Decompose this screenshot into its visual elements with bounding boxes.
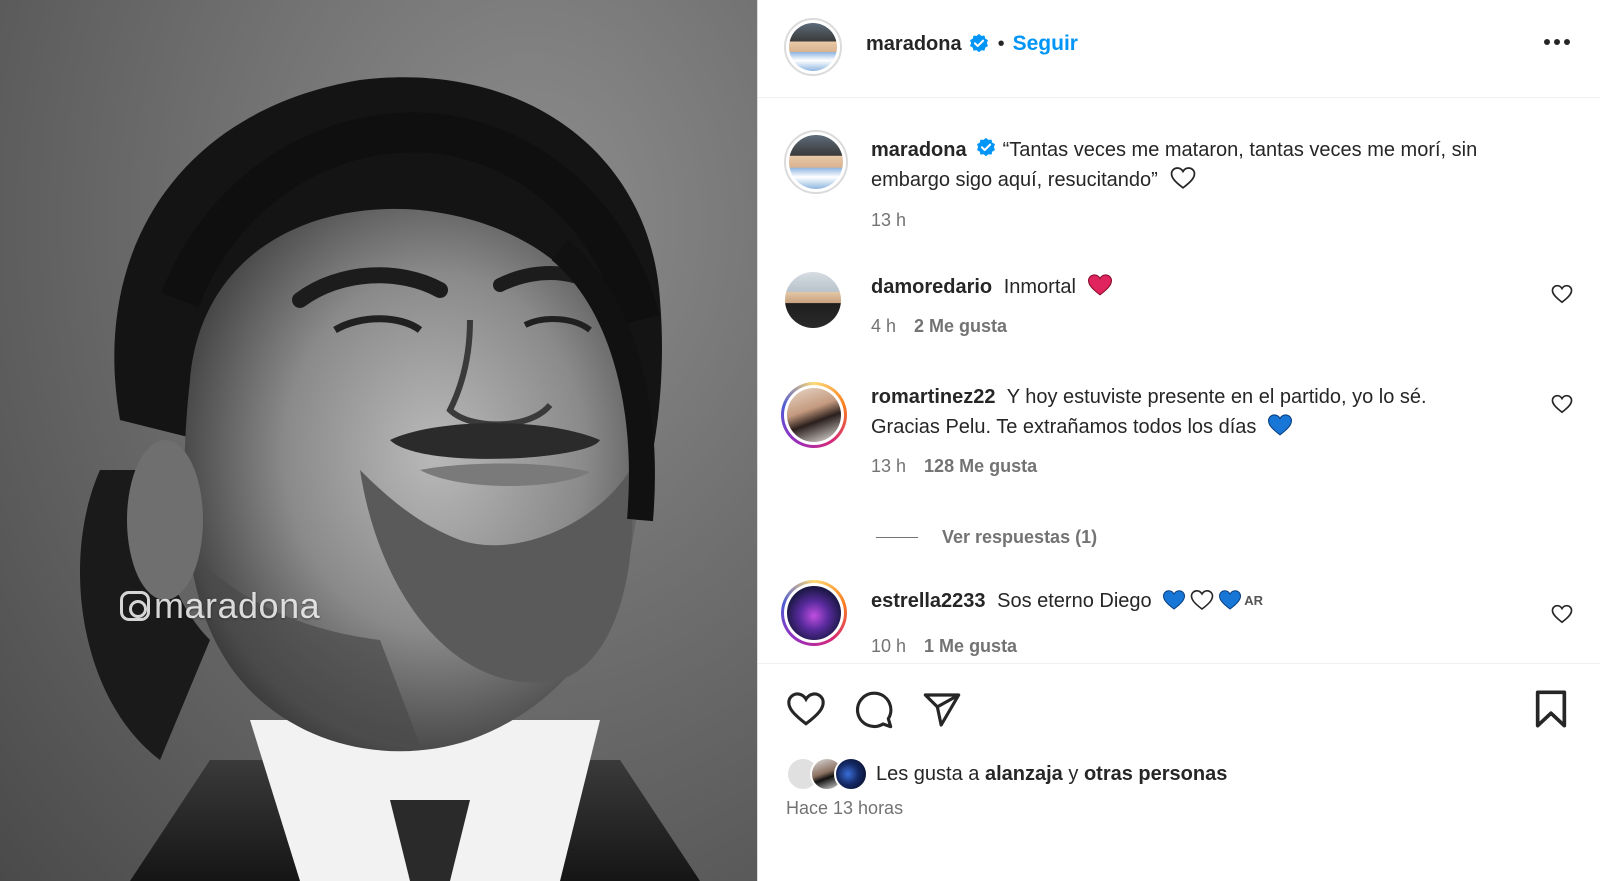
replies-divider: [876, 537, 918, 538]
comment-like-icon[interactable]: [1551, 394, 1573, 414]
comment-avatar[interactable]: [781, 382, 847, 448]
author-avatar-image: [789, 23, 837, 71]
comment-icon[interactable]: [854, 690, 894, 730]
red-heart-emoji-icon: [1087, 274, 1112, 296]
comment-body-line-1: Y hoy estuviste presente en el partido, …: [1006, 386, 1427, 408]
header-separator: •: [997, 32, 1005, 55]
likes-prefix: Les gusta a: [876, 762, 980, 785]
comment-username[interactable]: estrella2233: [871, 590, 986, 612]
post-timestamp[interactable]: Hace 13 horas: [786, 798, 903, 819]
caption-avatar-image: [789, 135, 843, 189]
comment-text: estrella2233 Sos eterno Diego AR: [871, 586, 1263, 616]
liker-avatar: [834, 757, 868, 791]
comment-likes[interactable]: 1 Me gusta: [924, 636, 1017, 656]
caption-line-1: “Tantas veces me mataron, tantas veces m…: [1002, 139, 1478, 161]
caption-avatar[interactable]: [784, 130, 848, 194]
comment-meta: 4 h 2 Me gusta: [871, 316, 1007, 337]
white-heart-emoji-icon: [1190, 589, 1214, 611]
caption-username[interactable]: maradona: [871, 139, 967, 161]
comment-meta: 13 h 128 Me gusta: [871, 456, 1037, 477]
flag-emoji-label: AR: [1244, 593, 1263, 608]
header-identity: maradona • Seguir: [866, 32, 1078, 56]
likes-summary: Les gusta a alanzaja y otras personas: [786, 757, 1227, 791]
caption-time[interactable]: 13 h: [871, 210, 906, 230]
watermark-text: maradona: [154, 585, 321, 626]
share-icon[interactable]: [922, 690, 962, 730]
post-details-panel: maradona • Seguir maradona “Tantas veces…: [757, 0, 1600, 881]
caption-line-2: embargo sigo aquí, resucitando”: [871, 169, 1158, 191]
comment-username[interactable]: damoredario: [871, 276, 992, 298]
verified-badge-icon: [976, 137, 995, 157]
view-replies-label: Ver respuestas (1): [942, 527, 1098, 547]
comment-avatar[interactable]: [785, 272, 841, 328]
blue-heart-emoji-icon: [1219, 590, 1242, 610]
more-options-icon[interactable]: [1543, 38, 1571, 46]
comment-time[interactable]: 13 h: [871, 456, 906, 476]
likes-user[interactable]: alanzaja: [985, 763, 1063, 786]
post-photo[interactable]: maradona: [0, 0, 757, 881]
white-heart-emoji-icon: [1171, 167, 1196, 189]
instagram-glyph-icon: [120, 591, 150, 621]
blue-heart-emoji-icon: [1267, 414, 1292, 436]
comment-avatar[interactable]: [781, 580, 847, 646]
author-avatar[interactable]: [784, 18, 842, 76]
watermark: maradona: [120, 585, 320, 627]
comment-likes[interactable]: 128 Me gusta: [924, 456, 1037, 476]
author-username[interactable]: maradona: [866, 33, 962, 56]
comment-body: Sos eterno Diego: [997, 590, 1152, 612]
save-bookmark-icon[interactable]: [1533, 689, 1569, 729]
follow-button[interactable]: Seguir: [1013, 32, 1078, 56]
likes-connector: y: [1068, 762, 1079, 785]
comment-body: Inmortal: [1003, 276, 1076, 298]
caption-meta: 13 h: [871, 210, 906, 231]
comment-body-line-2: Gracias Pelu. Te extrañamos todos los dí…: [871, 416, 1257, 438]
comment-text: damoredario Inmortal: [871, 272, 1114, 302]
likes-others[interactable]: otras personas: [1084, 763, 1227, 786]
comment-meta: 10 h 1 Me gusta: [871, 636, 1017, 657]
comment-time[interactable]: 4 h: [871, 316, 896, 336]
comment-like-icon[interactable]: [1551, 604, 1573, 624]
view-replies-button[interactable]: Ver respuestas (1): [876, 527, 1097, 548]
comment-like-icon[interactable]: [1551, 284, 1573, 304]
blue-heart-emoji-icon: [1163, 590, 1186, 610]
post-actions: Les gusta a alanzaja y otras personas Ha…: [758, 663, 1600, 881]
like-icon[interactable]: [786, 691, 826, 727]
post-header: maradona • Seguir: [758, 0, 1600, 98]
verified-badge-icon: [969, 33, 988, 53]
comment-username[interactable]: romartinez22: [871, 386, 996, 408]
comment-likes[interactable]: 2 Me gusta: [914, 316, 1007, 336]
comment-text: romartinez22 Y hoy estuviste presente en…: [871, 382, 1571, 442]
portrait-illustration: [80, 77, 700, 881]
caption-text: maradona “Tantas veces me mataron, tanta…: [871, 135, 1571, 195]
comment-time[interactable]: 10 h: [871, 636, 906, 656]
likers-avatars[interactable]: [786, 757, 870, 791]
